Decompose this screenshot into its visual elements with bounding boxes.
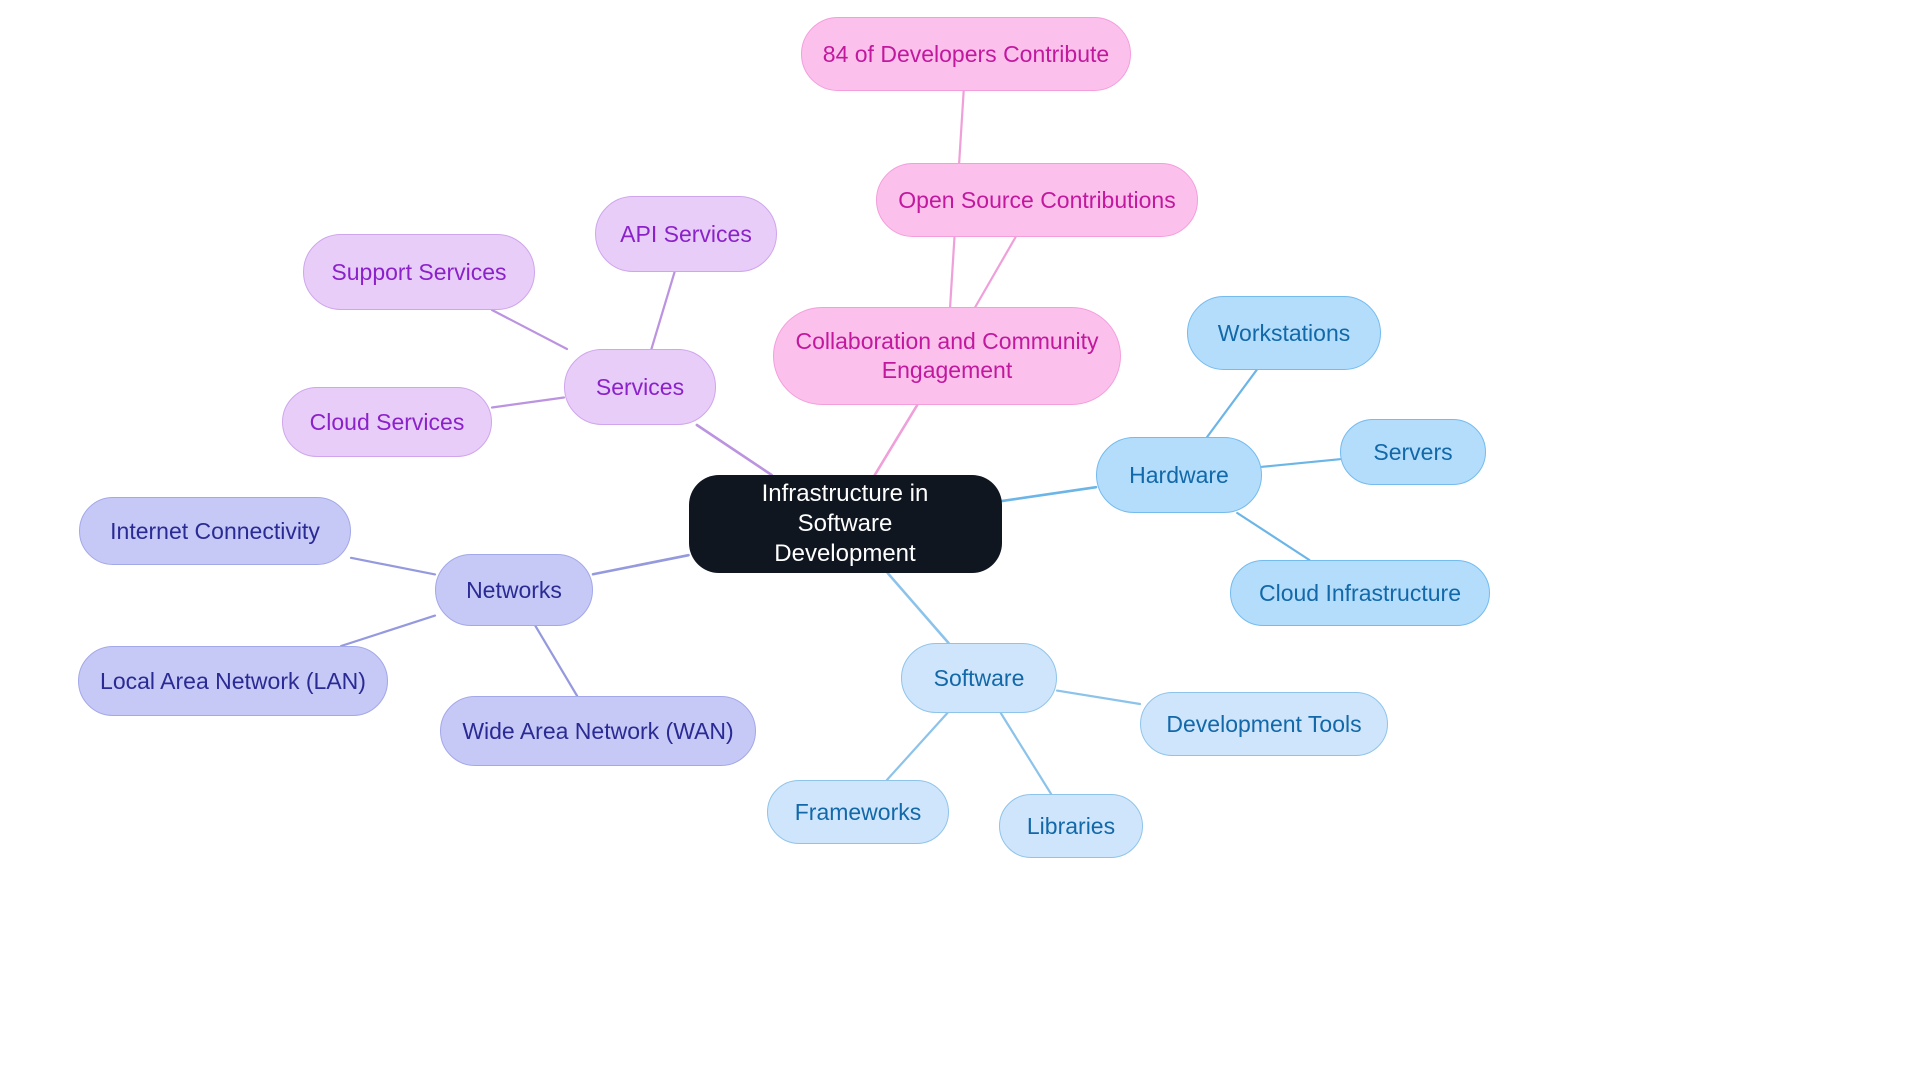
- mindmap-node-api-services[interactable]: API Services: [595, 196, 777, 272]
- mindmap-node-networks[interactable]: Networks: [435, 554, 593, 626]
- edge-hardware-to-servers: [1260, 458, 1342, 468]
- mindmap-node-label: Internet Connectivity: [110, 517, 320, 544]
- mindmap-node-label: Networks: [466, 576, 562, 603]
- mindmap-node-label: Support Services: [331, 258, 507, 285]
- edge-root-to-hardware: [1000, 485, 1098, 503]
- mindmap-node-label: Services: [595, 373, 685, 400]
- edge-networks-to-internet-connectivity: [349, 556, 437, 576]
- mindmap-node-open-source-contributions[interactable]: Open Source Contributions: [876, 163, 1198, 237]
- edge-services-to-cloud-services: [490, 396, 566, 409]
- mindmap-node-root[interactable]: Infrastructure in Software Development: [688, 475, 1002, 573]
- mindmap-node-local-area-network[interactable]: Local Area Network (LAN): [78, 646, 388, 716]
- mindmap-node-label: Hardware: [1129, 461, 1229, 488]
- edge-hardware-to-workstations: [1205, 368, 1258, 439]
- edge-services-to-support-services: [490, 308, 569, 351]
- mindmap-node-label: Open Source Contributions: [898, 186, 1176, 213]
- mindmap-node-workstations[interactable]: Workstations: [1187, 296, 1381, 370]
- mindmap-node-label: Frameworks: [794, 798, 922, 825]
- edge-hardware-to-cloud-infrastructure: [1236, 511, 1311, 562]
- mindmap-node-label: Collaboration and Community Engagement: [795, 328, 1099, 383]
- mindmap-node-wide-area-network[interactable]: Wide Area Network (WAN): [440, 696, 756, 766]
- mindmap-node-collaboration[interactable]: Collaboration and Community Engagement: [773, 307, 1121, 405]
- mindmap-node-label: Cloud Services: [309, 408, 465, 435]
- edge-collaboration-to-open-source-contributions: [974, 235, 1017, 309]
- edge-services-to-api-services: [650, 270, 676, 351]
- mindmap-node-cloud-infrastructure[interactable]: Cloud Infrastructure: [1230, 560, 1490, 626]
- mindmap-node-label: Cloud Infrastructure: [1259, 579, 1461, 606]
- mindmap-node-label: Local Area Network (LAN): [100, 667, 366, 694]
- mindmap-node-label: 84 of Developers Contribute: [822, 40, 1110, 67]
- edge-root-to-services: [695, 423, 773, 477]
- edge-networks-to-wide-area-network: [534, 624, 579, 698]
- mindmap-node-label: Workstations: [1217, 319, 1351, 346]
- mindmap-node-cloud-services[interactable]: Cloud Services: [282, 387, 492, 457]
- mindmap-node-support-services[interactable]: Support Services: [303, 234, 535, 310]
- edge-root-to-networks: [591, 553, 690, 576]
- mindmap-node-servers[interactable]: Servers: [1340, 419, 1486, 485]
- mindmap-node-hardware[interactable]: Hardware: [1096, 437, 1262, 513]
- mindmap-canvas: Infrastructure in Software Development Co…: [0, 0, 1920, 1083]
- mindmap-node-frameworks[interactable]: Frameworks: [767, 780, 949, 844]
- edge-software-to-libraries: [999, 711, 1053, 796]
- mindmap-node-services[interactable]: Services: [564, 349, 716, 425]
- mindmap-node-development-tools[interactable]: Development Tools: [1140, 692, 1388, 756]
- mindmap-node-label: API Services: [620, 220, 752, 247]
- edge-root-to-collaboration: [873, 403, 919, 477]
- mindmap-node-label: Libraries: [1026, 812, 1116, 839]
- mindmap-node-label: Infrastructure in Software Development: [761, 479, 929, 568]
- mindmap-node-label: Development Tools: [1166, 710, 1362, 737]
- mindmap-node-label: Servers: [1373, 438, 1453, 465]
- edge-root-to-software: [886, 571, 950, 645]
- mindmap-node-developers-contribute[interactable]: 84 of Developers Contribute: [801, 17, 1131, 91]
- mindmap-node-label: Wide Area Network (WAN): [462, 717, 734, 744]
- edge-software-to-frameworks: [885, 711, 949, 782]
- mindmap-node-label: Software: [933, 664, 1025, 691]
- mindmap-node-software[interactable]: Software: [901, 643, 1057, 713]
- edge-networks-to-local-area-network: [339, 614, 437, 648]
- mindmap-node-internet-connectivity[interactable]: Internet Connectivity: [79, 497, 351, 565]
- mindmap-node-libraries[interactable]: Libraries: [999, 794, 1143, 858]
- edge-software-to-development-tools: [1055, 689, 1142, 706]
